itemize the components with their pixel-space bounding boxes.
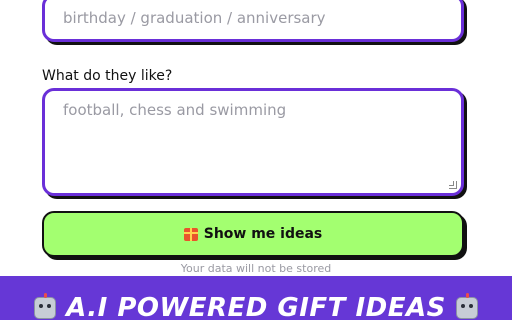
likes-placeholder: football, chess and swimming <box>63 101 287 119</box>
robot-icon <box>34 293 57 319</box>
resize-handle-icon[interactable] <box>449 181 457 189</box>
occasion-placeholder: birthday / graduation / anniversary <box>63 9 326 27</box>
show-ideas-button[interactable]: Show me ideas <box>42 211 464 257</box>
privacy-note: Your data will not be stored <box>180 262 332 275</box>
likes-label: What do they like? <box>42 68 173 84</box>
footer-banner: A.I POWERED GIFT IDEAS <box>0 276 512 320</box>
banner-title: A.I POWERED GIFT IDEAS <box>66 293 446 320</box>
likes-textarea[interactable]: football, chess and swimming <box>42 88 464 196</box>
show-ideas-label: Show me ideas <box>203 226 323 242</box>
robot-icon <box>455 293 478 319</box>
occasion-input[interactable]: birthday / graduation / anniversary <box>42 0 464 42</box>
gift-icon <box>183 227 198 241</box>
